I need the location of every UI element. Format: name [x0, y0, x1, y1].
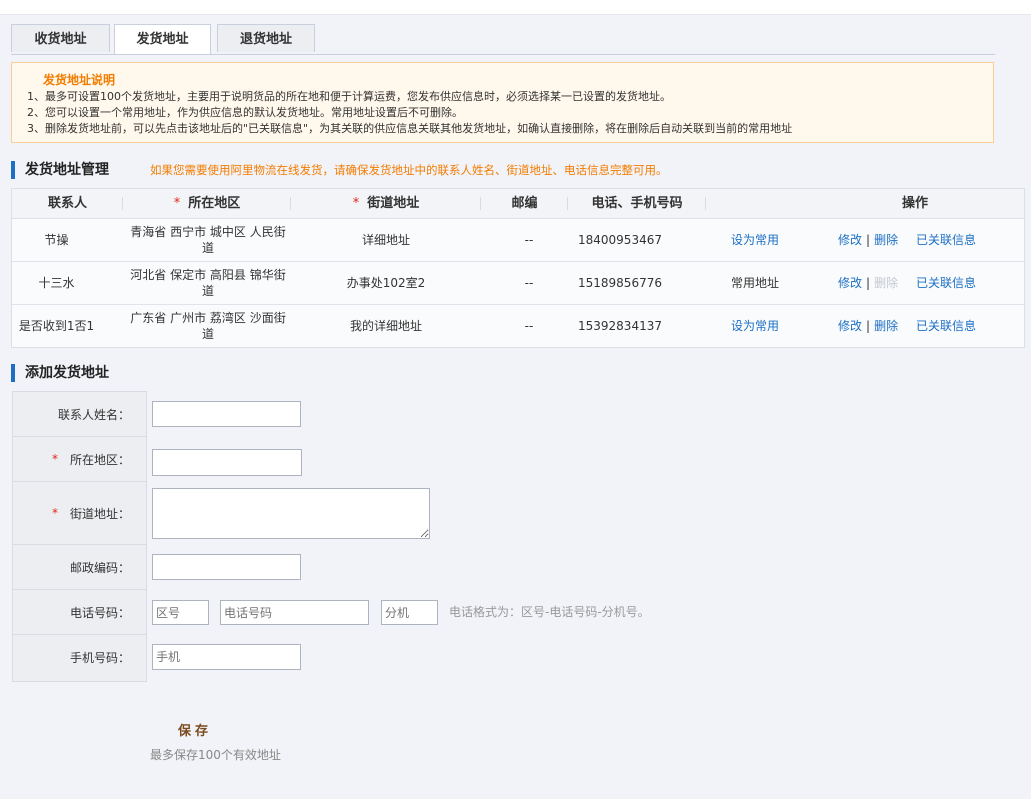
cell-contact: 节操 — [44, 233, 69, 247]
cell-street: 我的详细地址 — [349, 319, 422, 333]
linked-info-link[interactable]: 已关联信息 — [916, 262, 1006, 304]
tab-return-address[interactable]: 退货地址 — [217, 24, 315, 52]
tab-receive-address[interactable]: 收货地址 — [11, 24, 110, 52]
save-button[interactable]: 保存 — [178, 720, 212, 739]
label-street: * 街道地址： — [13, 482, 146, 545]
area-code-input[interactable] — [152, 600, 209, 625]
tab-ship-address[interactable]: 发货地址 — [114, 24, 211, 54]
phone-number-input[interactable] — [220, 600, 369, 625]
cell-contact: 十三水 — [38, 276, 75, 290]
contact-name-input[interactable] — [152, 401, 301, 427]
col-zip: 邮编 — [481, 189, 568, 218]
notice-line-3: 3、删除发货地址前，可以先点击该地址后的"已关联信息"，为其关联的供应信息关联其… — [27, 122, 793, 135]
row-actions: 修改 | 删除 — [838, 275, 899, 291]
add-section-title: 添加发货地址 — [11, 364, 109, 382]
delete-link[interactable]: 删除 — [874, 232, 898, 248]
col-contact: 联系人 — [12, 189, 123, 218]
extension-input[interactable] — [381, 600, 438, 625]
set-default-link[interactable]: 设为常用 — [731, 219, 821, 261]
col-phone: 电话、手机号码 — [568, 189, 706, 218]
row-actions: 修改 | 删除 — [838, 232, 899, 248]
col-street: * 街道地址 — [291, 189, 481, 218]
zip-code-input[interactable] — [152, 554, 301, 580]
cell-street: 详细地址 — [361, 233, 410, 247]
top-bar — [0, 0, 1031, 15]
col-region: * 所在地区 — [123, 189, 291, 218]
cell-phone: 15392834137 — [578, 319, 662, 333]
default-address-label: 常用地址 — [731, 276, 780, 290]
manage-hint: 如果您需要使用阿里物流在线发货，请确保发货地址中的联系人姓名、街道地址、电话信息… — [150, 163, 668, 177]
cell-zip: -- — [524, 233, 534, 247]
cell-region: 河北省 保定市 高阳县 锦华街道 — [130, 268, 286, 298]
cell-region: 广东省 广州市 荔湾区 沙面街道 — [130, 311, 286, 341]
ship-address-table: 联系人 * 所在地区 * 街道地址 邮编 电话、手机号码 操作 节操 青海省 西宁市… — [11, 188, 1025, 348]
notice-title: 发货地址说明 — [43, 73, 116, 87]
edit-link[interactable]: 修改 — [838, 232, 862, 248]
notice-line-1: 1、最多可设置100个发货地址，主要用于说明货品的所在地和便于计算运费，您发布供… — [27, 90, 671, 103]
save-limit-note: 最多保存100个有效地址 — [150, 748, 281, 762]
label-zip: 邮政编码： — [13, 545, 146, 590]
cell-phone: 18400953467 — [578, 233, 662, 247]
cell-zip: -- — [524, 276, 534, 290]
edit-link[interactable]: 修改 — [838, 275, 862, 291]
cell-phone: 15189856776 — [578, 276, 662, 290]
table-header: 联系人 * 所在地区 * 街道地址 邮编 电话、手机号码 操作 — [12, 189, 1024, 219]
set-default-link[interactable]: 设为常用 — [731, 305, 821, 347]
col-ops: 操作 — [901, 196, 928, 211]
label-mobile: 手机号码： — [69, 651, 130, 665]
ship-address-notice: 发货地址说明 1、最多可设置100个发货地址，主要用于说明货品的所在地和便于计算… — [11, 62, 994, 143]
linked-info-link[interactable]: 已关联信息 — [916, 305, 1006, 347]
table-row: 是否收到1否1 广东省 广州市 荔湾区 沙面街道 我的详细地址 -- 15392… — [12, 305, 1024, 347]
label-region: * 所在地区： — [13, 437, 146, 482]
phone-format-hint: 电话格式为：区号-电话号码-分机号。 — [449, 605, 650, 619]
delete-link[interactable]: 删除 — [874, 318, 898, 334]
delete-link-disabled: 删除 — [874, 276, 899, 290]
edit-link[interactable]: 修改 — [838, 318, 862, 334]
mobile-input[interactable] — [152, 644, 301, 670]
cell-contact: 是否收到1否1 — [18, 319, 95, 333]
add-address-form: 联系人姓名： * 所在地区： * 街道地址： 邮政编码： 电话号码： 手机号码： — [12, 391, 147, 682]
label-phone: 电话号码： — [13, 590, 146, 635]
table-row: 十三水 河北省 保定市 高阳县 锦华街道 办事处102室2 -- 1518985… — [12, 262, 1024, 305]
row-actions: 修改 | 删除 — [838, 318, 899, 334]
cell-zip: -- — [524, 319, 534, 333]
notice-line-2: 2、您可以设置一个常用地址，作为供应信息的默认发货地址。常用地址设置后不可删除。 — [27, 106, 463, 119]
manage-section-title: 发货地址管理 — [11, 161, 109, 179]
table-row: 节操 青海省 西宁市 城中区 人民街道 详细地址 -- 18400953467 … — [12, 219, 1024, 262]
cell-street: 办事处102室2 — [346, 276, 426, 290]
street-address-textarea[interactable] — [152, 488, 430, 539]
linked-info-link[interactable]: 已关联信息 — [916, 219, 1006, 261]
address-tabs: 收货地址 发货地址 退货地址 — [11, 24, 995, 55]
label-contact-name: 联系人姓名： — [13, 392, 146, 437]
region-input[interactable] — [152, 449, 302, 476]
cell-region: 青海省 西宁市 城中区 人民街道 — [130, 225, 286, 255]
